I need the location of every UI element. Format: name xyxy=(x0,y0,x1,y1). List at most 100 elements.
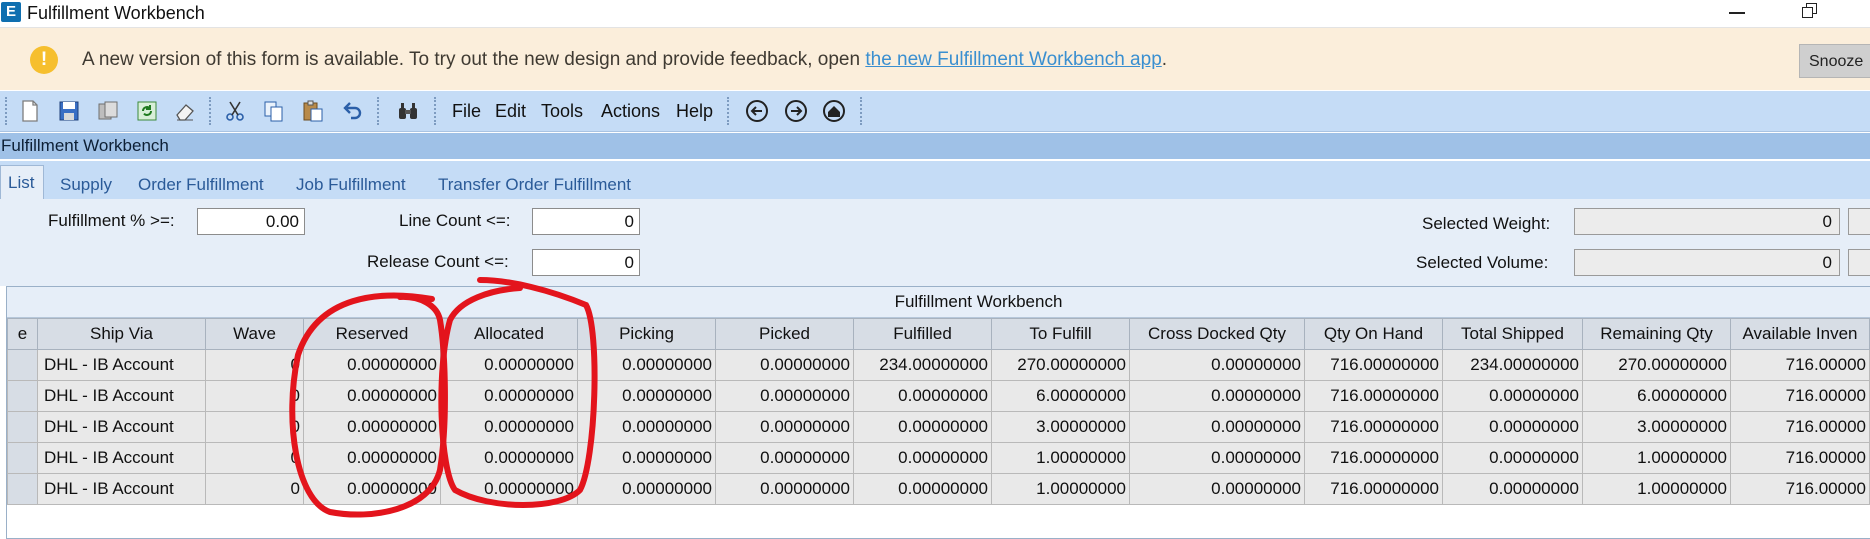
table-cell[interactable]: 0.00000000 xyxy=(303,473,441,505)
table-cell[interactable]: 0 xyxy=(205,442,304,474)
refresh-icon[interactable] xyxy=(135,99,159,123)
column-header[interactable]: Total Shipped xyxy=(1442,318,1583,350)
table-cell[interactable]: 270.00000000 xyxy=(1582,349,1731,381)
table-cell[interactable]: 0 xyxy=(205,380,304,412)
table-cell[interactable]: 0.00000000 xyxy=(440,380,578,412)
table-cell[interactable]: 1.00000000 xyxy=(1582,442,1731,474)
table-row[interactable]: DHL - IB Account 0 0.00000000 0.00000000 0.0… xyxy=(7,349,1870,381)
table-cell[interactable]: 0.00000000 xyxy=(1442,380,1583,412)
menu-tools[interactable]: Tools xyxy=(541,101,583,122)
table-cell[interactable]: 234.00000000 xyxy=(1442,349,1583,381)
table-cell[interactable] xyxy=(7,349,38,381)
column-header[interactable]: Fulfilled xyxy=(853,318,992,350)
table-cell[interactable]: 3.00000000 xyxy=(991,411,1130,443)
table-row[interactable]: DHL - IB Account 0 0.00000000 0.00000000 0.0… xyxy=(7,473,1870,505)
table-cell[interactable]: 716.00000 xyxy=(1730,411,1870,443)
table-cell[interactable]: 6.00000000 xyxy=(991,380,1130,412)
table-cell[interactable]: 716.00000000 xyxy=(1304,380,1443,412)
table-cell[interactable]: 0.00000000 xyxy=(853,411,992,443)
table-cell[interactable]: 1.00000000 xyxy=(991,473,1130,505)
table-cell[interactable]: 716.00000 xyxy=(1730,473,1870,505)
cut-icon[interactable] xyxy=(223,99,247,123)
table-cell[interactable]: 0.00000000 xyxy=(440,473,578,505)
column-header[interactable]: Available Inven xyxy=(1730,318,1870,350)
table-cell[interactable]: 0.00000000 xyxy=(1129,473,1305,505)
tab-job-fulfillment[interactable]: Job Fulfillment xyxy=(296,175,406,195)
table-cell[interactable]: 0.00000000 xyxy=(303,442,441,474)
line-count-input[interactable]: 0 xyxy=(532,208,640,235)
column-header[interactable]: Cross Docked Qty xyxy=(1129,318,1305,350)
table-cell[interactable]: 0 xyxy=(205,349,304,381)
menu-help[interactable]: Help xyxy=(676,101,713,122)
table-cell[interactable]: 0.00000000 xyxy=(1129,380,1305,412)
tab-order-fulfillment[interactable]: Order Fulfillment xyxy=(138,175,264,195)
table-cell[interactable]: 716.00000 xyxy=(1730,380,1870,412)
table-cell[interactable]: 0.00000000 xyxy=(715,380,854,412)
table-cell[interactable]: 0.00000000 xyxy=(853,473,992,505)
find-icon[interactable] xyxy=(396,99,420,123)
restore-icon[interactable] xyxy=(1802,3,1817,18)
table-cell[interactable]: 0.00000000 xyxy=(715,473,854,505)
table-cell[interactable] xyxy=(7,442,38,474)
release-count-input[interactable]: 0 xyxy=(532,249,640,276)
table-cell[interactable]: 1.00000000 xyxy=(1582,473,1731,505)
table-row[interactable]: DHL - IB Account 0 0.00000000 0.00000000 0.0… xyxy=(7,442,1870,474)
table-cell[interactable]: 0.00000000 xyxy=(577,473,716,505)
toolbar-grip[interactable] xyxy=(5,97,10,125)
table-cell[interactable]: 0.00000000 xyxy=(715,411,854,443)
table-cell[interactable]: 0.00000000 xyxy=(440,349,578,381)
home-icon[interactable] xyxy=(822,99,846,123)
table-cell[interactable] xyxy=(7,473,38,505)
table-cell[interactable]: 3.00000000 xyxy=(1582,411,1731,443)
table-row[interactable]: DHL - IB Account 0 0.00000000 0.00000000 0.0… xyxy=(7,411,1870,443)
table-cell[interactable] xyxy=(7,411,38,443)
table-cell[interactable]: 0.00000000 xyxy=(577,442,716,474)
column-header[interactable]: Allocated xyxy=(440,318,578,350)
table-cell[interactable]: 0.00000000 xyxy=(1129,442,1305,474)
table-cell[interactable]: 0.00000000 xyxy=(853,442,992,474)
fulfillment-pct-input[interactable]: 0.00 xyxy=(197,208,305,235)
table-cell[interactable]: 0 xyxy=(205,473,304,505)
table-cell[interactable]: 0.00000000 xyxy=(577,411,716,443)
column-header[interactable]: Remaining Qty xyxy=(1582,318,1731,350)
back-icon[interactable] xyxy=(745,99,769,123)
table-cell[interactable]: DHL - IB Account xyxy=(37,380,206,412)
table-cell[interactable]: 270.00000000 xyxy=(991,349,1130,381)
table-cell[interactable]: 0.00000000 xyxy=(577,349,716,381)
snooze-button[interactable]: Snooze xyxy=(1799,44,1870,78)
table-cell[interactable]: DHL - IB Account xyxy=(37,349,206,381)
menu-file[interactable]: File xyxy=(452,101,481,122)
table-cell[interactable]: 0.00000000 xyxy=(1129,349,1305,381)
new-icon[interactable] xyxy=(18,99,42,123)
table-cell[interactable]: DHL - IB Account xyxy=(37,442,206,474)
table-cell[interactable]: 716.00000000 xyxy=(1304,349,1443,381)
column-header[interactable]: Wave xyxy=(205,318,304,350)
table-cell[interactable]: 716.00000000 xyxy=(1304,473,1443,505)
table-cell[interactable]: DHL - IB Account xyxy=(37,473,206,505)
menu-edit[interactable]: Edit xyxy=(495,101,526,122)
table-cell[interactable] xyxy=(7,380,38,412)
paste-icon[interactable] xyxy=(301,99,325,123)
table-cell[interactable]: 1.00000000 xyxy=(991,442,1130,474)
column-header[interactable]: To Fulfill xyxy=(991,318,1130,350)
column-header[interactable]: Reserved xyxy=(303,318,441,350)
table-cell[interactable]: 0.00000000 xyxy=(303,411,441,443)
clear-icon[interactable] xyxy=(173,99,197,123)
table-cell[interactable]: 716.00000000 xyxy=(1304,442,1443,474)
table-cell[interactable]: 0.00000000 xyxy=(853,380,992,412)
new-app-link[interactable]: the new Fulfillment Workbench app xyxy=(865,49,1161,70)
table-cell[interactable]: 0.00000000 xyxy=(440,442,578,474)
tab-supply[interactable]: Supply xyxy=(60,175,112,195)
table-cell[interactable]: 0.00000000 xyxy=(1129,411,1305,443)
menu-actions[interactable]: Actions xyxy=(601,101,660,122)
table-cell[interactable]: 716.00000 xyxy=(1730,442,1870,474)
copy-icon[interactable] xyxy=(262,99,286,123)
table-cell[interactable]: 716.00000 xyxy=(1730,349,1870,381)
table-cell[interactable]: 0.00000000 xyxy=(577,380,716,412)
column-header[interactable]: Picked xyxy=(715,318,854,350)
table-cell[interactable]: 0.00000000 xyxy=(1442,442,1583,474)
table-cell[interactable]: 0.00000000 xyxy=(1442,411,1583,443)
table-cell[interactable]: 0.00000000 xyxy=(303,380,441,412)
table-cell[interactable]: 0.00000000 xyxy=(440,411,578,443)
table-cell[interactable]: 234.00000000 xyxy=(853,349,992,381)
